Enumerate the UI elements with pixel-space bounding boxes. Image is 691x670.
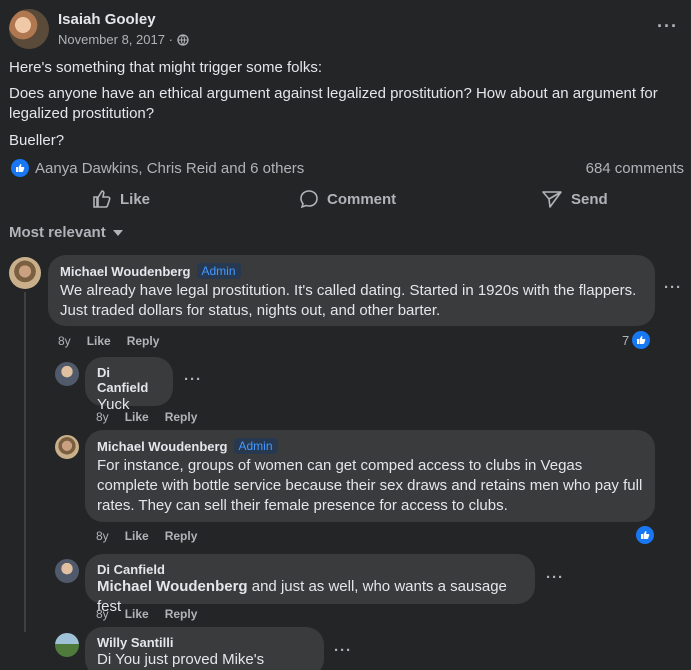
comment-more-button[interactable]: ··· (184, 371, 202, 388)
comment-like-button[interactable]: Like (125, 607, 149, 621)
reaction-count: 7 (622, 332, 630, 348)
comment-bubble: Di Canfield Yuck (85, 357, 173, 413)
comment-age[interactable]: 8y (96, 607, 109, 621)
thumbs-up-icon (93, 190, 111, 208)
like-reaction-icon (632, 331, 651, 349)
comment-reply-button[interactable]: Reply (165, 607, 198, 621)
comment-reply-button[interactable]: Reply (127, 334, 160, 348)
reactions-names: Aanya Dawkins, Chris Reid and 6 others (35, 159, 305, 177)
comment-author-name[interactable]: Di Canfield (97, 562, 523, 577)
reactions-summary[interactable]: Aanya Dawkins, Chris Reid and 6 others (11, 159, 304, 177)
comment-sort-dropdown[interactable]: Most relevant (9, 224, 124, 241)
comment-actions: 8y Like Reply (96, 529, 197, 543)
comment-actions: 8y Like Reply (96, 410, 197, 424)
admin-badge: Admin (196, 263, 241, 279)
mention-link[interactable]: Di (97, 651, 111, 668)
comment-actions: 8y Like Reply (58, 334, 159, 348)
send-button[interactable]: Send (541, 189, 608, 209)
commenter-avatar[interactable] (55, 362, 79, 386)
comment-button[interactable]: Comment (299, 189, 396, 209)
comment-more-button[interactable]: ··· (546, 569, 564, 586)
comment-text: For instance, groups of women can get co… (97, 457, 643, 514)
comment-more-button[interactable]: ··· (664, 279, 682, 296)
commenter-avatar[interactable] (55, 633, 79, 657)
comment-age[interactable]: 8y (58, 334, 71, 348)
comment-age[interactable]: 8y (96, 410, 109, 424)
comment-bubble: Di Canfield Michael Woudenberg and just … (85, 554, 535, 615)
admin-badge: Admin (233, 438, 278, 454)
commenter-avatar[interactable] (55, 559, 79, 583)
send-icon (542, 191, 562, 208)
comment-author-name[interactable]: Di Canfield (97, 365, 161, 395)
comment-more-button[interactable]: ··· (334, 642, 352, 659)
chevron-down-icon (112, 229, 123, 236)
author-avatar[interactable] (9, 9, 49, 49)
comments-count[interactable]: 684 comments (586, 160, 684, 177)
mention-link[interactable]: Michael Woudenberg (97, 578, 248, 595)
comment-author-name[interactable]: Michael Woudenberg (97, 439, 228, 454)
post-date[interactable]: November 8, 2017 · (58, 32, 173, 47)
comment-author[interactable]: Michael Woudenberg Admin (97, 438, 643, 454)
comment-like-button[interactable]: Like (125, 529, 149, 543)
comment-text-body: You just proved Mike's point... (115, 651, 265, 668)
globe-icon (177, 33, 189, 46)
post-author[interactable]: Isaiah Gooley (58, 11, 156, 28)
comment-text: Di You just proved Mike's point... (97, 650, 312, 670)
post-text-line3: Bueller? (9, 132, 65, 149)
like-button[interactable]: Like (92, 189, 150, 209)
comment-like-button[interactable]: Like (125, 410, 149, 424)
comment-author-name[interactable]: Willy Santilli (97, 635, 312, 650)
post-text-line1: Here's something that might trigger some… (9, 59, 322, 76)
post-meta: November 8, 2017 · (58, 32, 189, 47)
comment-reaction-count[interactable]: 7 (622, 331, 651, 349)
comment-like-button[interactable]: Like (87, 334, 111, 348)
comment-age[interactable]: 8y (96, 529, 109, 543)
post-more-button[interactable]: ··· (657, 16, 678, 37)
comment-reply-button[interactable]: Reply (165, 410, 198, 424)
commenter-avatar[interactable] (9, 257, 41, 289)
comment-bubble: Michael Woudenberg Admin For instance, g… (85, 430, 655, 522)
like-reaction-icon (11, 159, 29, 177)
comment-actions: 8y Like Reply (96, 607, 197, 621)
comment-text: We already have legal prostitution. It's… (60, 282, 637, 319)
commenter-avatar[interactable] (55, 435, 79, 459)
send-label: Send (571, 190, 608, 208)
sort-label: Most relevant (9, 224, 106, 241)
thread-line (24, 292, 26, 632)
comment-reply-button[interactable]: Reply (165, 529, 198, 543)
comment-label: Comment (327, 190, 397, 208)
comment-bubble: Michael Woudenberg Admin We already have… (48, 255, 655, 326)
comment-bubble: Willy Santilli Di You just proved Mike's… (85, 627, 324, 670)
like-reaction-icon[interactable] (636, 526, 654, 544)
comment-author[interactable]: Michael Woudenberg Admin (60, 263, 643, 279)
comment-author-name[interactable]: Michael Woudenberg (60, 264, 191, 279)
like-label: Like (120, 190, 151, 208)
comment-icon (300, 190, 318, 209)
post-text-line2: Does anyone have an ethical argument aga… (9, 85, 658, 122)
